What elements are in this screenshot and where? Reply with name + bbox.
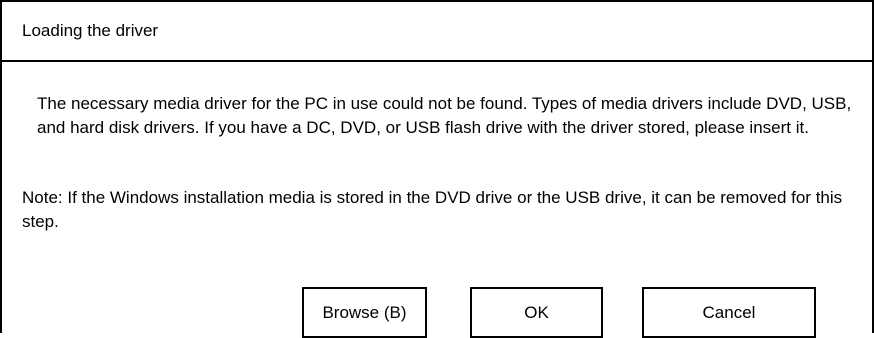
- dialog-message: The necessary media driver for the PC in…: [37, 94, 852, 137]
- browse-button[interactable]: Browse (B): [302, 287, 427, 338]
- ok-button[interactable]: OK: [470, 287, 603, 338]
- dialog-title: Loading the driver: [22, 21, 159, 40]
- cancel-button[interactable]: Cancel: [642, 287, 816, 338]
- dialog-note: Note: If the Windows installation media …: [22, 188, 843, 231]
- load-driver-dialog: Loading the driver The necessary media d…: [0, 0, 874, 338]
- dialog-title-bar: Loading the driver: [2, 2, 872, 62]
